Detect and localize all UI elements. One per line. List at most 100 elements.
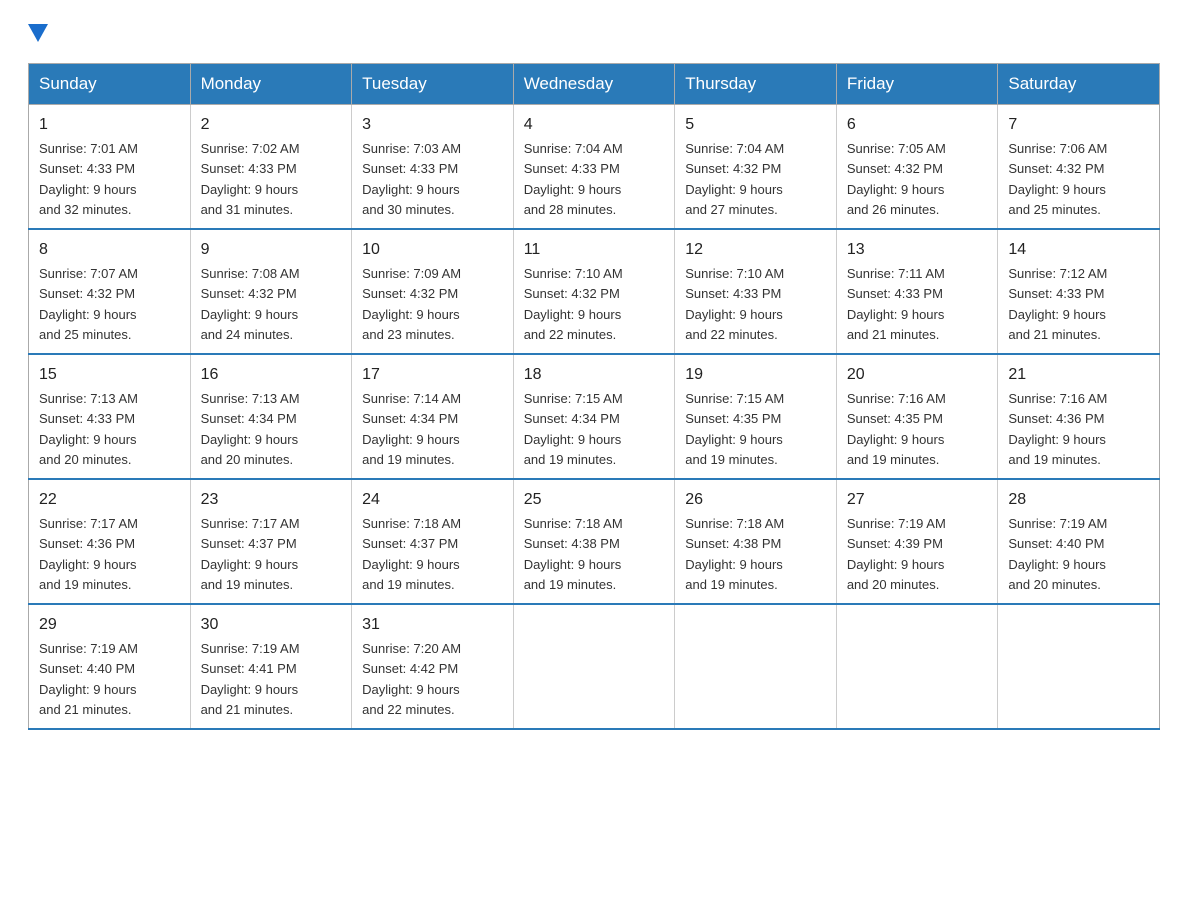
day-number: 17 xyxy=(362,363,503,387)
calendar-cell: 8Sunrise: 7:07 AMSunset: 4:32 PMDaylight… xyxy=(29,229,191,354)
calendar-cell xyxy=(675,604,837,729)
day-info: Sunrise: 7:20 AMSunset: 4:42 PMDaylight:… xyxy=(362,641,461,717)
calendar-cell: 24 Sunrise: 7:18 AMSunset: 4:37 PMDayligh… xyxy=(352,479,514,604)
day-number: 11 xyxy=(524,238,665,262)
day-header-monday: Monday xyxy=(190,64,352,105)
calendar-cell: 3 Sunrise: 7:03 AMSunset: 4:33 PMDaylight… xyxy=(352,105,514,230)
day-number: 21 xyxy=(1008,363,1149,387)
calendar-cell: 18Sunrise: 7:15 AMSunset: 4:34 PMDayligh… xyxy=(513,354,675,479)
day-number: 16 xyxy=(201,363,342,387)
day-number: 29 xyxy=(39,613,180,637)
day-number: 25 xyxy=(524,488,665,512)
day-number: 13 xyxy=(847,238,988,262)
logo-triangle-icon xyxy=(28,24,48,42)
day-number: 23 xyxy=(201,488,342,512)
day-info: Sunrise: 7:04 AMSunset: 4:32 PMDaylight:… xyxy=(685,141,784,217)
calendar-cell: 30Sunrise: 7:19 AMSunset: 4:41 PMDayligh… xyxy=(190,604,352,729)
day-number: 3 xyxy=(362,113,503,137)
day-number: 4 xyxy=(524,113,665,137)
day-number: 14 xyxy=(1008,238,1149,262)
day-number: 22 xyxy=(39,488,180,512)
day-info: Sunrise: 7:11 AMSunset: 4:33 PMDaylight:… xyxy=(847,266,945,342)
calendar-cell: 31 Sunrise: 7:20 AMSunset: 4:42 PMDayligh… xyxy=(352,604,514,729)
calendar-cell: 12 Sunrise: 7:10 AMSunset: 4:33 PMDayligh… xyxy=(675,229,837,354)
day-info: Sunrise: 7:19 AMSunset: 4:39 PMDaylight:… xyxy=(847,516,946,592)
day-number: 10 xyxy=(362,238,503,262)
day-info: Sunrise: 7:16 AMSunset: 4:35 PMDaylight:… xyxy=(847,391,946,467)
day-number: 6 xyxy=(847,113,988,137)
calendar-cell: 5 Sunrise: 7:04 AMSunset: 4:32 PMDaylight… xyxy=(675,105,837,230)
day-number: 28 xyxy=(1008,488,1149,512)
day-info: Sunrise: 7:01 AMSunset: 4:33 PMDaylight:… xyxy=(39,141,138,217)
day-info: Sunrise: 7:19 AMSunset: 4:40 PMDaylight:… xyxy=(1008,516,1107,592)
day-number: 27 xyxy=(847,488,988,512)
calendar-table: SundayMondayTuesdayWednesdayThursdayFrid… xyxy=(28,63,1160,730)
day-number: 12 xyxy=(685,238,826,262)
day-info: Sunrise: 7:15 AMSunset: 4:34 PMDaylight:… xyxy=(524,391,623,467)
day-header-friday: Friday xyxy=(836,64,998,105)
day-info: Sunrise: 7:02 AMSunset: 4:33 PMDaylight:… xyxy=(201,141,300,217)
day-number: 19 xyxy=(685,363,826,387)
calendar-cell xyxy=(836,604,998,729)
calendar-cell: 27 Sunrise: 7:19 AMSunset: 4:39 PMDayligh… xyxy=(836,479,998,604)
day-number: 8 xyxy=(39,238,180,262)
calendar-cell: 13 Sunrise: 7:11 AMSunset: 4:33 PMDayligh… xyxy=(836,229,998,354)
day-number: 5 xyxy=(685,113,826,137)
calendar-cell: 6 Sunrise: 7:05 AMSunset: 4:32 PMDaylight… xyxy=(836,105,998,230)
day-header-row: SundayMondayTuesdayWednesdayThursdayFrid… xyxy=(29,64,1160,105)
calendar-cell: 15 Sunrise: 7:13 AMSunset: 4:33 PMDayligh… xyxy=(29,354,191,479)
calendar-week-row: 15 Sunrise: 7:13 AMSunset: 4:33 PMDayligh… xyxy=(29,354,1160,479)
calendar-cell: 19 Sunrise: 7:15 AMSunset: 4:35 PMDayligh… xyxy=(675,354,837,479)
day-number: 7 xyxy=(1008,113,1149,137)
calendar-cell: 29Sunrise: 7:19 AMSunset: 4:40 PMDayligh… xyxy=(29,604,191,729)
day-info: Sunrise: 7:15 AMSunset: 4:35 PMDaylight:… xyxy=(685,391,784,467)
day-number: 31 xyxy=(362,613,503,637)
calendar-cell: 2Sunrise: 7:02 AMSunset: 4:33 PMDaylight… xyxy=(190,105,352,230)
day-header-tuesday: Tuesday xyxy=(352,64,514,105)
calendar-cell: 20 Sunrise: 7:16 AMSunset: 4:35 PMDayligh… xyxy=(836,354,998,479)
day-info: Sunrise: 7:10 AMSunset: 4:33 PMDaylight:… xyxy=(685,266,784,342)
calendar-week-row: 1 Sunrise: 7:01 AMSunset: 4:33 PMDaylight… xyxy=(29,105,1160,230)
day-info: Sunrise: 7:18 AMSunset: 4:38 PMDaylight:… xyxy=(685,516,784,592)
calendar-week-row: 29Sunrise: 7:19 AMSunset: 4:40 PMDayligh… xyxy=(29,604,1160,729)
day-number: 20 xyxy=(847,363,988,387)
day-number: 26 xyxy=(685,488,826,512)
day-info: Sunrise: 7:09 AMSunset: 4:32 PMDaylight:… xyxy=(362,266,461,342)
day-info: Sunrise: 7:13 AMSunset: 4:33 PMDaylight:… xyxy=(39,391,138,467)
calendar-cell: 4Sunrise: 7:04 AMSunset: 4:33 PMDaylight… xyxy=(513,105,675,230)
day-info: Sunrise: 7:03 AMSunset: 4:33 PMDaylight:… xyxy=(362,141,461,217)
day-info: Sunrise: 7:18 AMSunset: 4:37 PMDaylight:… xyxy=(362,516,461,592)
day-info: Sunrise: 7:12 AMSunset: 4:33 PMDaylight:… xyxy=(1008,266,1107,342)
calendar-cell: 21 Sunrise: 7:16 AMSunset: 4:36 PMDayligh… xyxy=(998,354,1160,479)
calendar-cell: 23Sunrise: 7:17 AMSunset: 4:37 PMDayligh… xyxy=(190,479,352,604)
day-info: Sunrise: 7:08 AMSunset: 4:32 PMDaylight:… xyxy=(201,266,300,342)
day-info: Sunrise: 7:10 AMSunset: 4:32 PMDaylight:… xyxy=(524,266,623,342)
logo-blue-part xyxy=(28,24,48,45)
day-info: Sunrise: 7:05 AMSunset: 4:32 PMDaylight:… xyxy=(847,141,946,217)
day-info: Sunrise: 7:06 AMSunset: 4:32 PMDaylight:… xyxy=(1008,141,1107,217)
calendar-cell: 22Sunrise: 7:17 AMSunset: 4:36 PMDayligh… xyxy=(29,479,191,604)
day-header-thursday: Thursday xyxy=(675,64,837,105)
calendar-cell xyxy=(998,604,1160,729)
calendar-cell: 26 Sunrise: 7:18 AMSunset: 4:38 PMDayligh… xyxy=(675,479,837,604)
day-number: 24 xyxy=(362,488,503,512)
day-info: Sunrise: 7:16 AMSunset: 4:36 PMDaylight:… xyxy=(1008,391,1107,467)
calendar-cell: 25Sunrise: 7:18 AMSunset: 4:38 PMDayligh… xyxy=(513,479,675,604)
day-header-wednesday: Wednesday xyxy=(513,64,675,105)
calendar-cell: 1 Sunrise: 7:01 AMSunset: 4:33 PMDaylight… xyxy=(29,105,191,230)
calendar-cell: 11 Sunrise: 7:10 AMSunset: 4:32 PMDayligh… xyxy=(513,229,675,354)
calendar-cell: 10 Sunrise: 7:09 AMSunset: 4:32 PMDayligh… xyxy=(352,229,514,354)
day-number: 1 xyxy=(39,113,180,137)
calendar-cell: 7 Sunrise: 7:06 AMSunset: 4:32 PMDaylight… xyxy=(998,105,1160,230)
calendar-cell: 28 Sunrise: 7:19 AMSunset: 4:40 PMDayligh… xyxy=(998,479,1160,604)
day-info: Sunrise: 7:14 AMSunset: 4:34 PMDaylight:… xyxy=(362,391,461,467)
day-info: Sunrise: 7:13 AMSunset: 4:34 PMDaylight:… xyxy=(201,391,300,467)
logo xyxy=(28,24,48,45)
calendar-cell: 17 Sunrise: 7:14 AMSunset: 4:34 PMDayligh… xyxy=(352,354,514,479)
calendar-cell: 14 Sunrise: 7:12 AMSunset: 4:33 PMDayligh… xyxy=(998,229,1160,354)
day-number: 15 xyxy=(39,363,180,387)
calendar-week-row: 22Sunrise: 7:17 AMSunset: 4:36 PMDayligh… xyxy=(29,479,1160,604)
day-header-sunday: Sunday xyxy=(29,64,191,105)
day-info: Sunrise: 7:19 AMSunset: 4:41 PMDaylight:… xyxy=(201,641,300,717)
calendar-cell: 16 Sunrise: 7:13 AMSunset: 4:34 PMDayligh… xyxy=(190,354,352,479)
